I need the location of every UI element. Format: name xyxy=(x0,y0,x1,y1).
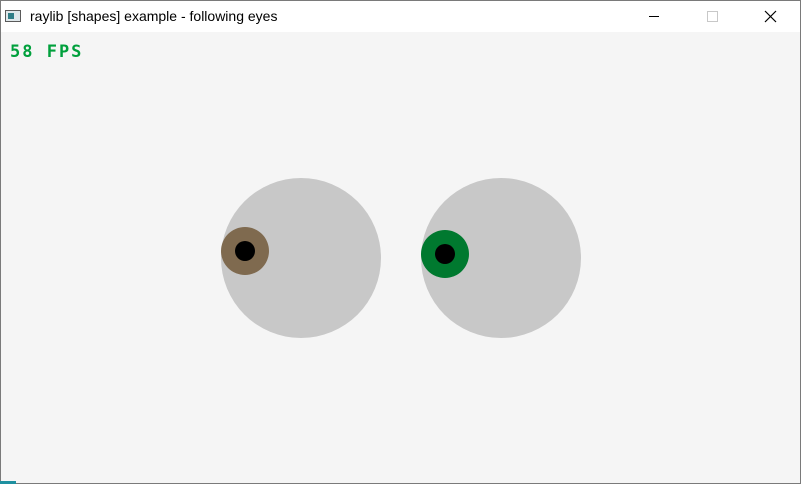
right-eye-pupil xyxy=(435,244,455,264)
close-button[interactable] xyxy=(741,1,799,32)
window-title: raylib [shapes] example - following eyes xyxy=(30,8,278,24)
app-window: raylib [shapes] example - following eyes… xyxy=(0,0,801,484)
maximize-icon xyxy=(707,11,718,22)
title-bar[interactable]: raylib [shapes] example - following eyes xyxy=(1,1,800,32)
render-canvas[interactable]: 58 FPS xyxy=(1,32,800,483)
maximize-button[interactable] xyxy=(683,1,741,32)
left-eye-pupil xyxy=(235,241,255,261)
app-icon[interactable] xyxy=(5,10,21,22)
eyes-drawing xyxy=(221,178,581,338)
close-icon xyxy=(764,10,777,23)
minimize-icon xyxy=(649,16,659,17)
minimize-button[interactable] xyxy=(625,1,683,32)
